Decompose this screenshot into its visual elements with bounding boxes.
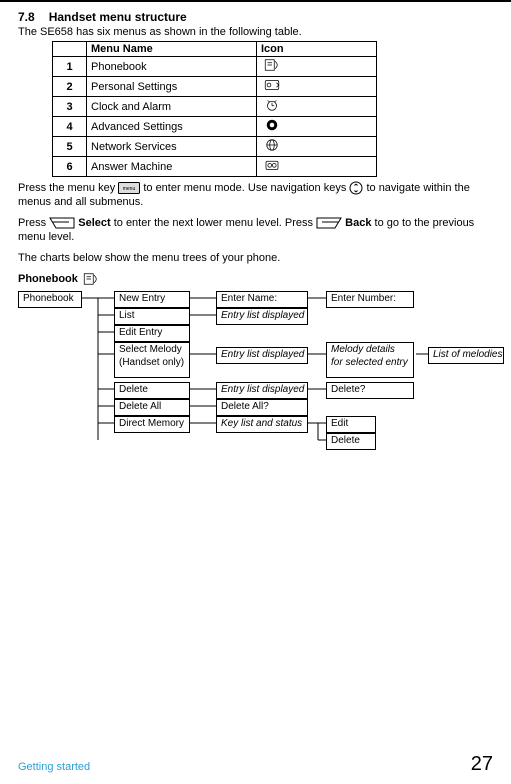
row-icon <box>257 77 377 97</box>
paragraph-1: Press the menu key menu to enter menu mo… <box>18 181 493 209</box>
table-row: 6 Answer Machine <box>53 157 377 177</box>
table-row: 2 Personal Settings <box>53 77 377 97</box>
phonebook-icon <box>263 58 281 72</box>
para1-b: to enter menu mode. Use navigation keys <box>140 182 349 194</box>
nav-key-icon <box>349 181 363 195</box>
page-footer: Getting started 27 <box>18 753 493 776</box>
menu-key-icon: menu <box>118 182 140 194</box>
tree-melody-details: Melody details for selected entry <box>326 342 414 378</box>
row-icon <box>257 157 377 177</box>
tree-delete2: Delete <box>326 433 376 450</box>
network-icon <box>263 138 281 152</box>
row-icon <box>257 117 377 137</box>
tree-select-melody-1: Select Melody <box>119 344 182 355</box>
row-name: Advanced Settings <box>87 117 257 137</box>
clock-icon <box>263 98 281 112</box>
table-row: 1 Phonebook <box>53 57 377 77</box>
answer-icon <box>263 158 281 172</box>
tree-entry-list-2: Entry list displayed <box>216 347 308 364</box>
row-num: 6 <box>53 157 87 177</box>
row-icon <box>257 97 377 117</box>
tree-edit: Edit <box>326 416 376 433</box>
col-name: Menu Name <box>87 42 257 57</box>
row-icon <box>257 137 377 157</box>
table-row: 5 Network Services <box>53 137 377 157</box>
row-name: Personal Settings <box>87 77 257 97</box>
tree-delete-q: Delete? <box>326 382 414 399</box>
row-name: Answer Machine <box>87 157 257 177</box>
tree-delete-all-q: Delete All? <box>216 399 308 416</box>
personal-icon <box>263 78 281 92</box>
tree-select-melody-2: (Handset only) <box>119 357 184 368</box>
intro-text: The SE658 has six menus as shown in the … <box>18 26 493 38</box>
left-softkey-icon <box>49 217 75 229</box>
para2-a: Press <box>18 217 49 229</box>
row-icon <box>257 57 377 77</box>
page-number: 27 <box>471 753 493 776</box>
para1-a: Press the menu key <box>18 182 118 194</box>
section-number: 7.8 <box>18 10 35 24</box>
tree-edit-entry: Edit Entry <box>114 325 190 342</box>
tree-delete-all: Delete All <box>114 399 190 416</box>
phonebook-subheading: Phonebook <box>18 272 493 286</box>
footer-section: Getting started <box>18 761 90 773</box>
paragraph-3: The charts below show the menu trees of … <box>18 251 493 265</box>
para2-select: Select <box>75 217 110 229</box>
tree-melody-details-2: for selected entry <box>331 357 408 368</box>
row-num: 2 <box>53 77 87 97</box>
row-num: 3 <box>53 97 87 117</box>
row-name: Network Services <box>87 137 257 157</box>
section-heading: 7.8 Handset menu structure <box>18 10 493 24</box>
advanced-icon <box>263 118 281 132</box>
tree-entry-list-3: Entry list displayed <box>216 382 308 399</box>
paragraph-2: Press Select to enter the next lower men… <box>18 216 493 244</box>
tree-direct-memory: Direct Memory <box>114 416 190 433</box>
col-icon: Icon <box>257 42 377 57</box>
row-name: Clock and Alarm <box>87 97 257 117</box>
right-softkey-icon <box>316 217 342 229</box>
tree-phonebook: Phonebook <box>18 291 82 308</box>
tree-enter-name: Enter Name: <box>216 291 308 308</box>
row-num: 1 <box>53 57 87 77</box>
row-name: Phonebook <box>87 57 257 77</box>
subheading-text: Phonebook <box>18 273 78 285</box>
row-num: 5 <box>53 137 87 157</box>
tree-new-entry: New Entry <box>114 291 190 308</box>
tree-key-list: Key list and status <box>216 416 308 433</box>
table-row: 3 Clock and Alarm <box>53 97 377 117</box>
menu-table: Menu Name Icon 1 Phonebook 2 Personal Se… <box>52 41 377 177</box>
tree-enter-number: Enter Number: <box>326 291 414 308</box>
phonebook-tree: Phonebook New Entry List Edit Entry Sele… <box>18 290 493 480</box>
col-blank <box>53 42 87 57</box>
tree-list: List <box>114 308 190 325</box>
tree-entry-list-1: Entry list displayed <box>216 308 308 325</box>
tree-delete: Delete <box>114 382 190 399</box>
row-num: 4 <box>53 117 87 137</box>
tree-list-melodies: List of melodies <box>428 347 504 364</box>
phonebook-icon <box>82 272 100 286</box>
tree-melody-details-1: Melody details <box>331 344 395 355</box>
tree-select-melody: Select Melody (Handset only) <box>114 342 190 378</box>
table-row: 4 Advanced Settings <box>53 117 377 137</box>
section-title: Handset menu structure <box>49 10 187 24</box>
svg-text:menu: menu <box>123 186 136 192</box>
para2-back: Back <box>342 217 371 229</box>
para2-c: to enter the next lower menu level. Pres… <box>111 217 316 229</box>
